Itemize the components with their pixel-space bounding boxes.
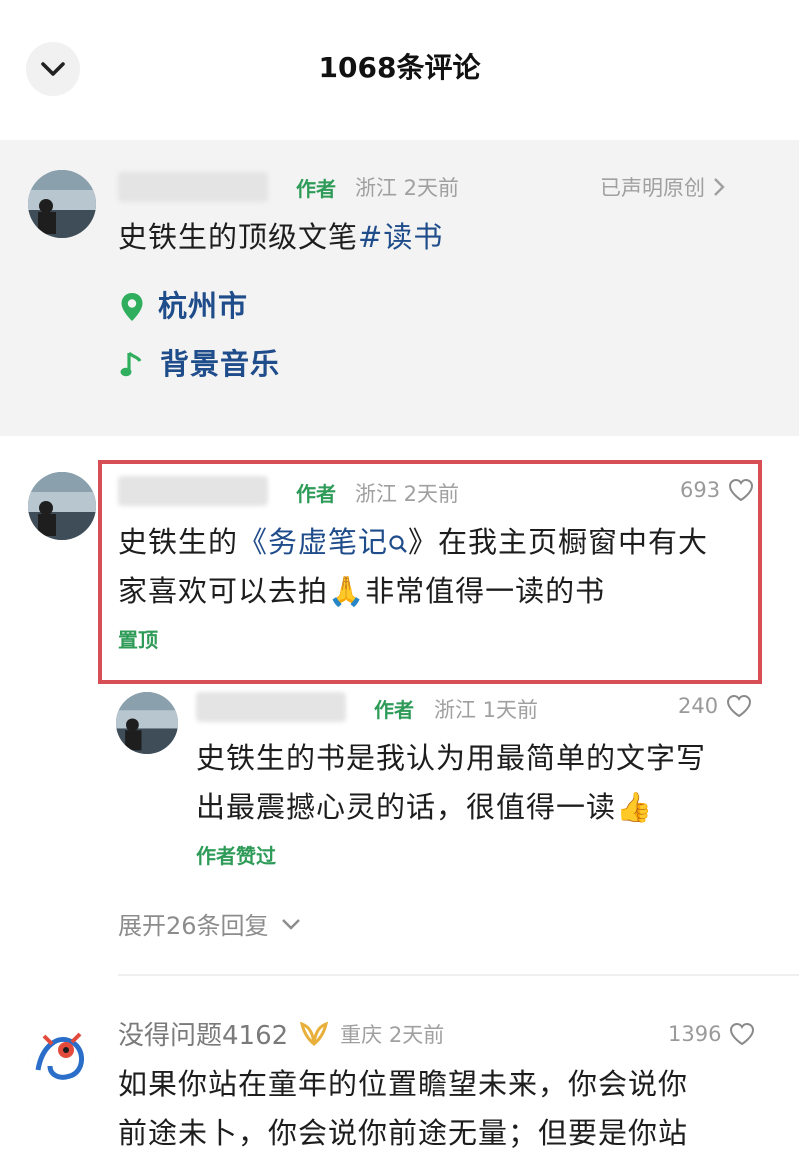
chevron-right-icon (714, 178, 725, 196)
avatar[interactable] (28, 170, 96, 238)
like-count: 240 (678, 694, 719, 718)
expand-replies-button[interactable]: 展开26条回复 (118, 906, 301, 941)
comment-text: 史铁生的书是我认为用最简单的文字写 出最震撼心灵的话，很值得一读👍 (196, 734, 776, 832)
avatar[interactable] (116, 692, 178, 754)
username[interactable]: 没得问题4162 (118, 1015, 288, 1052)
expand-replies-label: 展开26条回复 (118, 912, 269, 940)
comments-header: 1068条评论 (0, 0, 799, 140)
music-text: 背景音乐 (160, 347, 281, 381)
caption-text: 史铁生的顶级文笔 (118, 220, 359, 254)
avatar-image (28, 1020, 96, 1088)
avatar-image (28, 472, 96, 540)
author-tag: 作者 (374, 698, 414, 722)
like-button[interactable]: 1396 (668, 1022, 755, 1046)
location-time: 浙江 2天前 (355, 176, 460, 200)
avatar-image (28, 170, 96, 238)
comment-text: 如果你站在童年的位置瞻望未来，你会说你 前途未卜，你会说你前途无量；但要是你站 (118, 1060, 778, 1158)
avatar-image (116, 692, 178, 754)
location-link[interactable]: 杭州市 (120, 282, 248, 331)
comment-text-line: 如果你站在童年的位置瞻望未来，你会说你 (118, 1067, 689, 1101)
author-liked-label: 作者赞过 (196, 844, 276, 868)
username-blurred[interactable] (196, 692, 346, 722)
like-button[interactable]: 240 (678, 694, 752, 718)
like-count: 1396 (668, 1022, 722, 1046)
comment-text-part: 出最震撼心灵的话，很值得一读 (196, 790, 617, 824)
music-link[interactable]: 背景音乐 (120, 340, 280, 389)
comment-header: 没得问题4162 重庆 2天前 (118, 1015, 444, 1052)
location-text: 杭州市 (158, 289, 249, 323)
heart-icon (730, 1022, 755, 1046)
comment-count-title: 1068条评论 (318, 51, 481, 84)
original-label: 已声明原创 (600, 176, 705, 200)
username-blurred[interactable] (118, 172, 268, 202)
original-declaration[interactable]: 已声明原创 (600, 172, 725, 202)
location-pin-icon (121, 292, 143, 321)
heart-icon (727, 694, 752, 718)
avatar[interactable] (28, 1020, 96, 1088)
divider (118, 974, 799, 976)
thumbs-up-emoji: 👍 (616, 790, 654, 824)
post-caption: 史铁生的顶级文笔#读书 (118, 213, 443, 262)
highlight-box (98, 460, 762, 684)
avatar[interactable] (28, 472, 96, 540)
chevron-down-icon (281, 918, 300, 930)
author-tag: 作者 (296, 177, 336, 201)
music-note-icon (120, 351, 142, 376)
badge-icon (300, 1021, 329, 1046)
location-time: 重庆 2天前 (340, 1022, 445, 1047)
comment-text-line: 史铁生的书是我认为用最简单的文字写 (196, 741, 707, 775)
hashtag-link[interactable]: #读书 (358, 220, 443, 254)
location-time: 浙江 1天前 (434, 698, 539, 722)
